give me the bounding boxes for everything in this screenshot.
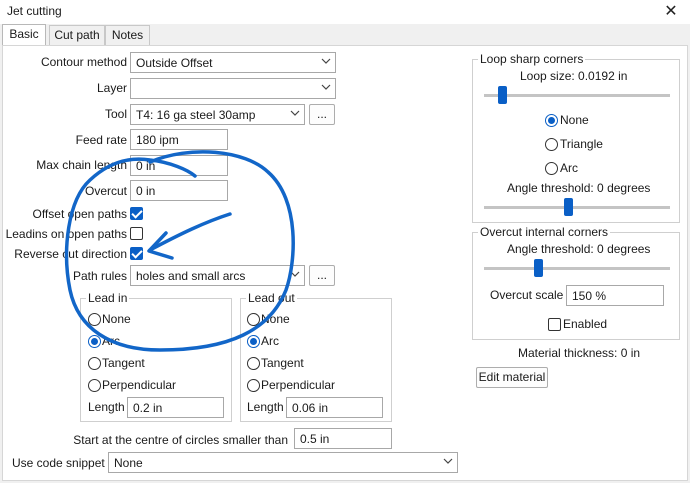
tab-basic[interactable]: Basic (2, 24, 46, 46)
lead-out-none-radio[interactable] (247, 313, 260, 326)
lead-in-title: Lead in (86, 291, 130, 305)
loop-angle-slider-track[interactable] (484, 206, 670, 209)
overcut-scale-input[interactable]: 150 % (566, 285, 664, 306)
jet-cutting-dialog: Jet cutting ✕ Basic Cut path Notes Conto… (0, 0, 690, 483)
lead-out-arc-radio[interactable] (247, 335, 260, 348)
leadins-on-open-paths-label: Leadins on open paths (5, 227, 127, 241)
lead-in-arc-label: Arc (102, 334, 120, 348)
lead-in-perpendicular-label: Perpendicular (102, 378, 177, 392)
lead-out-none-label: None (261, 312, 290, 326)
corner-none-radio[interactable] (545, 114, 558, 127)
overcut-label: Overcut (84, 184, 127, 198)
loop-sharp-corners-title: Loop sharp corners (478, 52, 586, 66)
lead-out-length-label: Length (247, 400, 284, 414)
lead-in-tangent-radio[interactable] (88, 357, 101, 370)
corner-arc-radio[interactable] (545, 162, 558, 175)
close-icon[interactable]: ✕ (660, 1, 682, 23)
overcut-scale-label: Overcut scale (490, 288, 564, 302)
edit-material-button[interactable]: Edit material (476, 367, 548, 388)
chevron-down-icon (321, 84, 331, 90)
overcut-angle-slider-thumb[interactable] (533, 259, 543, 277)
overcut-enabled-label: Enabled (563, 317, 608, 331)
tab-notes[interactable]: Notes (105, 25, 150, 45)
layer-select[interactable] (130, 78, 336, 99)
path-rules-label: Path rules (72, 269, 127, 283)
code-snippet-label: Use code snippet (12, 456, 105, 470)
lead-in-length-input[interactable]: 0.2 in (127, 397, 224, 418)
tab-cut-path[interactable]: Cut path (49, 25, 105, 45)
lead-in-none-label: None (102, 312, 131, 326)
tool-value: T4: 16 ga steel 30amp (136, 108, 256, 122)
window-title: Jet cutting (7, 4, 62, 18)
chevron-down-icon (321, 58, 331, 64)
title-bar: Jet cutting ✕ (0, 0, 690, 24)
lead-out-length-value: 0.06 in (292, 401, 329, 415)
lead-out-perpendicular-label: Perpendicular (261, 378, 336, 392)
lead-in-tangent-label: Tangent (102, 356, 145, 370)
contour-method-select[interactable]: Outside Offset (130, 52, 336, 73)
material-thickness-label: Material thickness: 0 in (518, 346, 641, 360)
chevron-down-icon (290, 110, 300, 116)
feed-rate-label: Feed rate (75, 133, 127, 147)
lead-out-tangent-radio[interactable] (247, 357, 260, 370)
loop-size-slider-thumb[interactable] (498, 86, 508, 104)
overcut-angle-threshold-label: Angle threshold: 0 degrees (507, 242, 651, 256)
overcut-angle-slider-track[interactable] (484, 267, 670, 270)
reverse-cut-direction-label: Reverse cut direction (14, 247, 127, 261)
offset-open-paths-label: Offset open paths (32, 207, 127, 221)
corner-none-label: None (560, 113, 589, 127)
max-chain-length-value: 0 in (136, 159, 156, 173)
overcut-internal-corners-title: Overcut internal corners (478, 225, 611, 239)
offset-open-paths-checkbox[interactable] (130, 207, 143, 220)
lead-out-tangent-label: Tangent (261, 356, 304, 370)
lead-in-perpendicular-radio[interactable] (88, 379, 101, 392)
leadins-on-open-paths-checkbox[interactable] (130, 227, 143, 240)
loop-angle-slider-thumb[interactable] (563, 198, 573, 216)
path-rules-browse-button[interactable]: ... (309, 265, 335, 286)
loop-angle-threshold-label: Angle threshold: 0 degrees (507, 181, 651, 195)
feed-rate-input[interactable]: 180 ipm (130, 129, 228, 150)
corner-triangle-label: Triangle (560, 137, 603, 151)
overcut-value: 0 in (136, 184, 156, 198)
overcut-enabled-checkbox[interactable] (548, 318, 561, 331)
lead-out-arc-label: Arc (261, 334, 279, 348)
corner-triangle-radio[interactable] (545, 138, 558, 151)
lead-out-title: Lead out (246, 291, 297, 305)
chevron-down-icon (290, 271, 300, 277)
lead-in-length-label: Length (88, 400, 125, 414)
feed-rate-value: 180 ipm (136, 133, 179, 147)
tool-browse-button[interactable]: ... (309, 104, 335, 125)
overcut-input[interactable]: 0 in (130, 180, 228, 201)
contour-method-value: Outside Offset (136, 56, 213, 70)
reverse-cut-direction-checkbox[interactable] (130, 247, 143, 260)
tool-label: Tool (104, 107, 127, 121)
code-snippet-value: None (114, 456, 143, 470)
start-centre-value: 0.5 in (300, 432, 330, 446)
contour-method-label: Contour method (40, 55, 127, 69)
start-centre-input[interactable]: 0.5 in (294, 428, 392, 449)
code-snippet-select[interactable]: None (108, 452, 458, 473)
corner-arc-label: Arc (560, 161, 578, 175)
lead-out-perpendicular-radio[interactable] (247, 379, 260, 392)
layer-label: Layer (96, 81, 127, 95)
tool-select[interactable]: T4: 16 ga steel 30amp (130, 104, 305, 125)
path-rules-value: holes and small arcs (136, 269, 246, 283)
path-rules-select[interactable]: holes and small arcs (130, 265, 305, 286)
chevron-down-icon (443, 458, 453, 464)
lead-in-arc-radio[interactable] (88, 335, 101, 348)
lead-in-none-radio[interactable] (88, 313, 101, 326)
loop-size-label: Loop size: 0.0192 in (520, 69, 628, 83)
lead-in-length-value: 0.2 in (133, 401, 163, 415)
loop-size-slider-track[interactable] (484, 94, 670, 97)
start-centre-label: Start at the centre of circles smaller t… (73, 433, 288, 447)
lead-out-length-input[interactable]: 0.06 in (286, 397, 383, 418)
max-chain-length-label: Max chain length (36, 158, 127, 172)
max-chain-length-input[interactable]: 0 in (130, 155, 228, 176)
overcut-scale-value: 150 % (572, 289, 607, 303)
